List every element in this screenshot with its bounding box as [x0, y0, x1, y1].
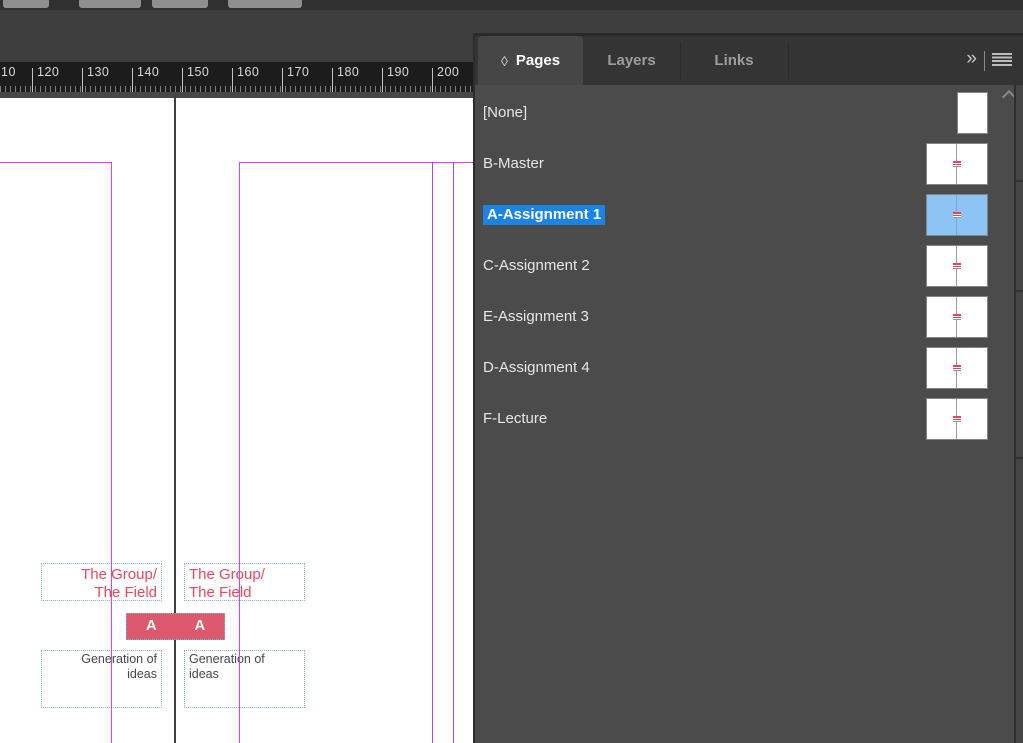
column-guide-1: [432, 162, 433, 743]
section-marker-frame[interactable]: A A: [126, 613, 225, 640]
pages-panel: ◊ Pages Layers Links » [None] B-Master: [473, 33, 1023, 743]
margin-guide-left-page: [111, 162, 112, 743]
page-list-item-e-assignment-3[interactable]: E-Assignment 3: [475, 291, 1023, 342]
body-line: ideas: [42, 667, 157, 682]
tab-label: Layers: [607, 52, 655, 69]
ruler-number: 160: [237, 65, 259, 79]
toolbar-strip: [0, 0, 1023, 10]
ruler-number: 200: [437, 65, 459, 79]
body-line: Generation of: [189, 652, 304, 667]
toolbar-control[interactable]: [152, 0, 208, 8]
page-list-item-f-lecture[interactable]: F-Lecture: [475, 393, 1023, 444]
ruler-major-tick: [432, 68, 433, 92]
tab-links[interactable]: Links: [680, 36, 788, 85]
master-prefix-marker: A: [176, 614, 225, 639]
ruler-major-tick: [82, 68, 83, 92]
ruler-major-tick: [182, 68, 183, 92]
thumbnail-content-mark: [953, 212, 961, 218]
title-text-frame-right[interactable]: The Group/ The Field: [184, 563, 305, 601]
ruler-major-tick: [232, 68, 233, 92]
panel-overflow-icon[interactable]: »: [966, 48, 975, 70]
body-line: ideas: [189, 667, 304, 682]
ruler-number: 10: [1, 65, 16, 79]
body-text-frame-right[interactable]: Generation of ideas: [184, 650, 305, 708]
ruler-number: 170: [287, 65, 309, 79]
panel-dock-edge: [1014, 85, 1023, 743]
title-line: The Field: [42, 584, 157, 602]
page-thumbnail[interactable]: [958, 93, 987, 133]
title-line: The Group/: [189, 566, 304, 584]
margin-guide-right-page: [239, 162, 240, 743]
ruler-major-tick: [282, 68, 283, 92]
pages-list: [None] B-Master A-Assignment 1 C-Assignm…: [475, 85, 1023, 743]
page-name: F-Lecture: [475, 410, 927, 427]
title-line: The Field: [189, 584, 304, 602]
spread-thumbnail-selected[interactable]: [927, 195, 987, 235]
title-text-frame-left[interactable]: The Group/ The Field: [41, 563, 162, 601]
master-prefix-marker: A: [127, 614, 176, 639]
toolbar-control[interactable]: [3, 0, 49, 8]
panel-menu-icon[interactable]: [992, 53, 1012, 66]
ruler-number: 190: [387, 65, 409, 79]
spread-thumbnail[interactable]: [927, 246, 987, 286]
ruler-number: 150: [187, 65, 209, 79]
page-name: B-Master: [475, 155, 927, 172]
ruler-number: 180: [337, 65, 359, 79]
header-separator: [984, 51, 985, 71]
tab-label: Pages: [516, 52, 560, 69]
toolbar-control[interactable]: [79, 0, 141, 8]
page-spine-line: [174, 98, 176, 743]
panel-collapse-icon[interactable]: ◊: [501, 53, 508, 69]
thumbnail-content-mark: [953, 365, 961, 371]
page-list-item-c-assignment-2[interactable]: C-Assignment 2: [475, 240, 1023, 291]
horizontal-ruler[interactable]: 10 120 130 140 150 160 170 180 190 200: [0, 62, 473, 92]
dock-separator: [1016, 180, 1023, 182]
indesign-workspace: 10 120 130 140 150 160 170 180 190 200 The Group/…: [0, 0, 1023, 743]
title-line: The Group/: [42, 566, 157, 584]
tab-separator: [788, 42, 789, 79]
page-list-item-b-master[interactable]: B-Master: [475, 138, 1023, 189]
thumbnail-content-mark: [953, 263, 961, 269]
column-guide-2: [453, 162, 454, 743]
tab-layers[interactable]: Layers: [583, 36, 680, 85]
dock-separator: [1016, 290, 1023, 292]
thumbnail-content-mark: [953, 314, 961, 320]
ruler-major-tick: [132, 68, 133, 92]
thumbnail-content-mark: [953, 161, 961, 167]
page-list-item-d-assignment-4[interactable]: D-Assignment 4: [475, 342, 1023, 393]
page-list-item-a-assignment-1[interactable]: A-Assignment 1: [475, 189, 1023, 240]
thumbnail-content-mark: [953, 416, 961, 422]
ruler-number: 120: [37, 65, 59, 79]
panel-tab-bar: ◊ Pages Layers Links »: [475, 36, 1023, 85]
page-name-selected: A-Assignment 1: [483, 205, 605, 225]
top-margin-guide-left-page: [0, 162, 111, 163]
page-name: C-Assignment 2: [475, 257, 927, 274]
ruler-major-tick: [382, 68, 383, 92]
spread-thumbnail[interactable]: [927, 348, 987, 388]
ruler-number: 130: [87, 65, 109, 79]
tab-label: Links: [714, 52, 753, 69]
spread-thumbnail[interactable]: [927, 144, 987, 184]
top-margin-guide-right-page: [239, 162, 473, 163]
ruler-major-tick: [32, 68, 33, 92]
page-name: [None]: [475, 104, 927, 121]
page-list-item-none[interactable]: [None]: [475, 87, 1023, 138]
tab-pages[interactable]: ◊ Pages: [478, 36, 583, 85]
body-text-frame-left[interactable]: Generation of ideas: [41, 650, 162, 708]
dock-separator: [1016, 457, 1023, 459]
page-name: E-Assignment 3: [475, 308, 927, 325]
ruler-number: 140: [137, 65, 159, 79]
document-canvas[interactable]: The Group/ The Field The Group/ The Fiel…: [0, 98, 473, 743]
spread-thumbnail[interactable]: [927, 399, 987, 439]
ruler-major-tick: [332, 68, 333, 92]
page-name: D-Assignment 4: [475, 359, 927, 376]
body-line: Generation of: [42, 652, 157, 667]
toolbar-control[interactable]: [228, 0, 302, 8]
spread-thumbnail[interactable]: [927, 297, 987, 337]
